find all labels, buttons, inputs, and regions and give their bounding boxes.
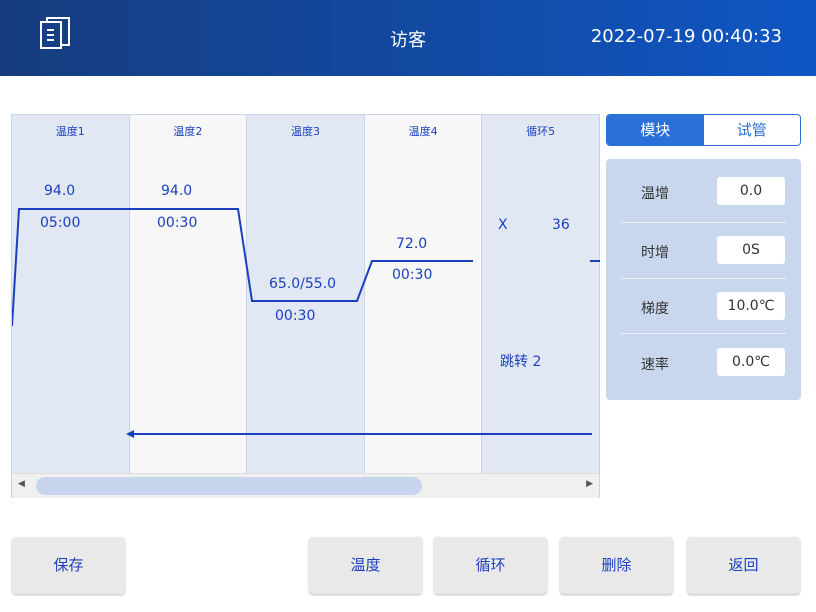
setting-value[interactable]: 0.0 — [717, 177, 785, 205]
step4-temp: 72.0 — [396, 236, 428, 252]
setting-value[interactable]: 0.0℃ — [717, 348, 785, 376]
tab-tube[interactable]: 试管 — [703, 115, 800, 145]
setting-label: 梯度 — [641, 301, 669, 317]
tab-module[interactable]: 模块 — [607, 115, 704, 145]
setting-label: 时增 — [641, 245, 669, 261]
step3-temp: 65.0/55.0 — [269, 276, 337, 292]
header-bar: 访客 2022-07-19 00:40:33 — [0, 0, 816, 76]
step1-time: 05:00 — [40, 215, 81, 231]
setting-value[interactable]: 0S — [717, 236, 785, 264]
setting-label: 速率 — [641, 357, 669, 373]
setting-time-increment: 时增 0S — [621, 224, 786, 280]
temperature-profile-line — [12, 208, 600, 438]
datetime: 2022-07-19 00:40:33 — [590, 26, 782, 47]
horizontal-scrollbar[interactable]: ◀ ▶ — [12, 473, 599, 498]
step2-time: 00:30 — [157, 215, 198, 231]
cycle-button[interactable]: 循环 — [434, 537, 547, 594]
settings-panel: 温增 0.0 时增 0S 梯度 10.0℃ 速率 0.0℃ — [606, 159, 801, 400]
delete-button[interactable]: 删除 — [560, 537, 673, 594]
back-button[interactable]: 返回 — [687, 537, 800, 594]
temperature-button[interactable]: 温度 — [309, 537, 422, 594]
step2-temp: 94.0 — [161, 183, 193, 199]
step4-time: 00:30 — [392, 267, 433, 283]
scroll-left-icon[interactable]: ◀ — [18, 479, 25, 489]
setting-gradient: 梯度 10.0℃ — [621, 280, 786, 336]
setting-label: 温增 — [641, 186, 669, 202]
step3-time: 00:30 — [275, 308, 316, 324]
cycle-count: 36 — [552, 217, 570, 233]
protocol-chart[interactable]: 温度1 温度2 温度3 温度4 循环5 94.0 05:00 94.0 00:3… — [11, 114, 600, 498]
scrollbar-thumb[interactable] — [36, 477, 422, 495]
save-button[interactable]: 保存 — [12, 537, 125, 594]
cycle-x: X — [498, 217, 508, 233]
setting-value[interactable]: 10.0℃ — [717, 292, 785, 320]
step1-temp: 94.0 — [44, 183, 76, 199]
setting-temp-increment: 温增 0.0 — [621, 165, 786, 221]
setting-rate: 速率 0.0℃ — [621, 336, 786, 392]
view-tabs: 模块 试管 — [606, 114, 801, 146]
cycle-jump: 跳转 2 — [500, 354, 542, 370]
scroll-right-icon[interactable]: ▶ — [586, 479, 593, 489]
